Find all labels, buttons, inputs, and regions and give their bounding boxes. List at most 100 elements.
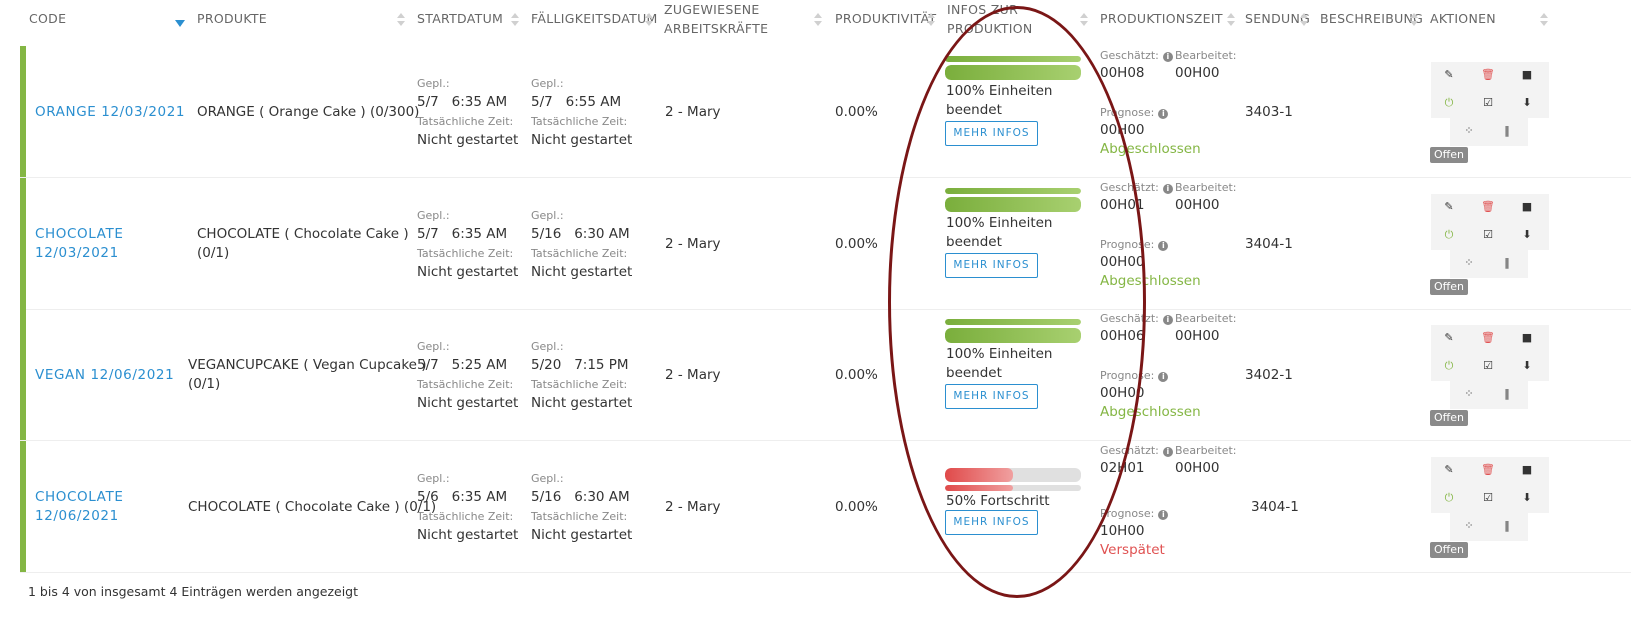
order-code-link[interactable]: CHOCOLATE <box>35 225 123 244</box>
sort-icon[interactable] <box>1080 13 1088 27</box>
barcode-icon[interactable]: ‖ <box>1500 256 1514 270</box>
trash-icon[interactable]: 🗑 <box>1481 463 1495 477</box>
trash-icon[interactable]: 🗑 <box>1481 68 1495 82</box>
document-icon[interactable]: ■ <box>1520 68 1534 82</box>
col-header-produktivitaet[interactable]: PRODUKTIVITÄT <box>835 9 936 28</box>
sort-icon[interactable] <box>1300 13 1308 27</box>
col-header-infos[interactable]: INFOS ZUR PRODUKTION <box>947 0 1033 38</box>
order-code-link-line2[interactable]: 12/03/2021 <box>35 244 119 263</box>
document-icon[interactable]: ■ <box>1520 331 1534 345</box>
more-info-button[interactable]: MEHR INFOS <box>945 121 1038 146</box>
sort-icon[interactable] <box>1540 13 1548 27</box>
faellig-actual-value: Nicht gestartet <box>531 132 633 148</box>
sort-icon[interactable] <box>927 13 935 27</box>
units-progress-fill <box>945 485 1013 491</box>
col-header-produktionszeit[interactable]: PRODUKTIONSZEIT <box>1100 9 1223 28</box>
sort-icon[interactable] <box>1227 13 1235 27</box>
barcode-icon[interactable]: ‖ <box>1500 124 1514 138</box>
start-actual-label: Tatsächliche Zeit: <box>417 378 514 391</box>
order-code-link-line2[interactable]: 12/06/2021 <box>35 507 119 526</box>
hierarchy-icon[interactable]: ⁘ <box>1462 519 1476 533</box>
production-info-text-line2: beendet <box>946 234 1002 250</box>
barcode-icon[interactable]: ‖ <box>1500 387 1514 401</box>
processed-value: 00H00 <box>1175 460 1220 476</box>
faellig-actual-value: Nicht gestartet <box>531 527 633 543</box>
sort-icon[interactable] <box>645 13 653 27</box>
info-icon[interactable]: i <box>1162 315 1173 325</box>
faellig-planned-value: 5/16 6:30 AM <box>531 489 630 505</box>
col-header-beschreibung[interactable]: BESCHREIBUNG <box>1320 9 1423 28</box>
col-header-aktionen[interactable]: AKTIONEN <box>1430 9 1496 28</box>
estimated-label: Geschätzt: i <box>1100 441 1173 460</box>
production-progress-fill <box>945 319 1081 325</box>
col-header-code[interactable]: CODE <box>29 9 66 28</box>
col-header-produkte[interactable]: PRODUKTE <box>197 9 267 28</box>
production-info-text-line2: beendet <box>946 102 1002 118</box>
checkbox-icon[interactable]: ☑ <box>1481 491 1495 505</box>
production-info-text: 50% Fortschritt <box>946 493 1050 509</box>
status-badge: Offen <box>1430 147 1468 163</box>
forecast-value: 10H00 <box>1100 523 1145 539</box>
document-icon[interactable]: ■ <box>1520 200 1534 214</box>
sort-icon[interactable] <box>397 13 405 27</box>
checkbox-icon[interactable]: ☑ <box>1481 228 1495 242</box>
more-info-button[interactable]: MEHR INFOS <box>945 384 1038 409</box>
col-header-infos-line2: PRODUKTION <box>947 21 1033 36</box>
info-icon[interactable]: i <box>1158 372 1169 382</box>
estimated-label: Geschätzt: i <box>1100 178 1173 197</box>
processed-label: Bearbeitet: <box>1175 309 1236 328</box>
production-info-text: 100% Einheiten <box>946 215 1053 231</box>
power-icon[interactable]: ⏻ <box>1442 96 1456 110</box>
product-name: CHOCOLATE ( Chocolate Cake ) (0/1) <box>188 499 437 515</box>
download-icon[interactable]: ⬇ <box>1520 359 1534 373</box>
power-icon[interactable]: ⏻ <box>1442 359 1456 373</box>
col-header-arbeitskraefte[interactable]: ZUGEWIESENE ARBEITSKRÄFTE <box>664 0 768 38</box>
trash-icon[interactable]: 🗑 <box>1481 200 1495 214</box>
col-header-faelligkeitsdatum[interactable]: FÄLLIGKEITSDATUM <box>531 9 658 28</box>
info-icon[interactable]: i <box>1158 510 1169 520</box>
checkbox-icon[interactable]: ☑ <box>1481 96 1495 110</box>
checkbox-icon[interactable]: ☑ <box>1481 359 1495 373</box>
hierarchy-icon[interactable]: ⁘ <box>1462 387 1476 401</box>
table-row: CHOCOLATE 12/03/2021 CHOCOLATE ( Chocolate… <box>20 178 1631 310</box>
order-code-link[interactable]: VEGAN 12/06/2021 <box>35 366 174 385</box>
col-header-startdatum[interactable]: STARTDATUM <box>417 9 503 28</box>
trash-icon[interactable]: 🗑 <box>1481 331 1495 345</box>
power-icon[interactable]: ⏻ <box>1442 228 1456 242</box>
barcode-icon[interactable]: ‖ <box>1500 519 1514 533</box>
download-icon[interactable]: ⬇ <box>1520 96 1534 110</box>
info-icon[interactable]: i <box>1162 447 1173 457</box>
production-info-text: 100% Einheiten <box>946 83 1053 99</box>
production-progress-bar <box>945 319 1081 325</box>
table-row: ORANGE 12/03/2021 ORANGE ( Orange Cake ) … <box>20 46 1631 178</box>
estimated-value: 02H01 <box>1100 460 1145 476</box>
hierarchy-icon[interactable]: ⁘ <box>1462 124 1476 138</box>
faellig-actual-value: Nicht gestartet <box>531 395 633 411</box>
more-info-button[interactable]: MEHR INFOS <box>945 253 1038 278</box>
sort-desc-icon[interactable] <box>175 20 185 27</box>
more-info-button[interactable]: MEHR INFOS <box>945 510 1038 535</box>
edit-icon[interactable]: ✎ <box>1442 331 1456 345</box>
processed-label-text: Bearbeitet: <box>1175 181 1237 194</box>
order-code-link[interactable]: CHOCOLATE <box>35 488 123 507</box>
forecast-label: Prognose: i <box>1100 366 1169 385</box>
order-code-link[interactable]: ORANGE 12/03/2021 <box>35 103 185 122</box>
sort-icon[interactable] <box>814 13 822 27</box>
shipment-id: 3402-1 <box>1245 367 1293 383</box>
sort-icon[interactable] <box>511 13 519 27</box>
edit-icon[interactable]: ✎ <box>1442 463 1456 477</box>
sort-icon[interactable] <box>1410 13 1418 27</box>
info-icon[interactable]: i <box>1162 52 1173 62</box>
hierarchy-icon[interactable]: ⁘ <box>1462 256 1476 270</box>
document-icon[interactable]: ■ <box>1520 463 1534 477</box>
download-icon[interactable]: ⬇ <box>1520 491 1534 505</box>
power-icon[interactable]: ⏻ <box>1442 491 1456 505</box>
info-icon[interactable]: i <box>1162 184 1173 194</box>
edit-icon[interactable]: ✎ <box>1442 68 1456 82</box>
edit-icon[interactable]: ✎ <box>1442 200 1456 214</box>
info-icon[interactable]: i <box>1158 241 1169 251</box>
assigned-workers: 2 - Mary <box>665 367 721 383</box>
start-planned-label: Gepl.: <box>417 472 450 485</box>
download-icon[interactable]: ⬇ <box>1520 228 1534 242</box>
info-icon[interactable]: i <box>1158 109 1169 119</box>
